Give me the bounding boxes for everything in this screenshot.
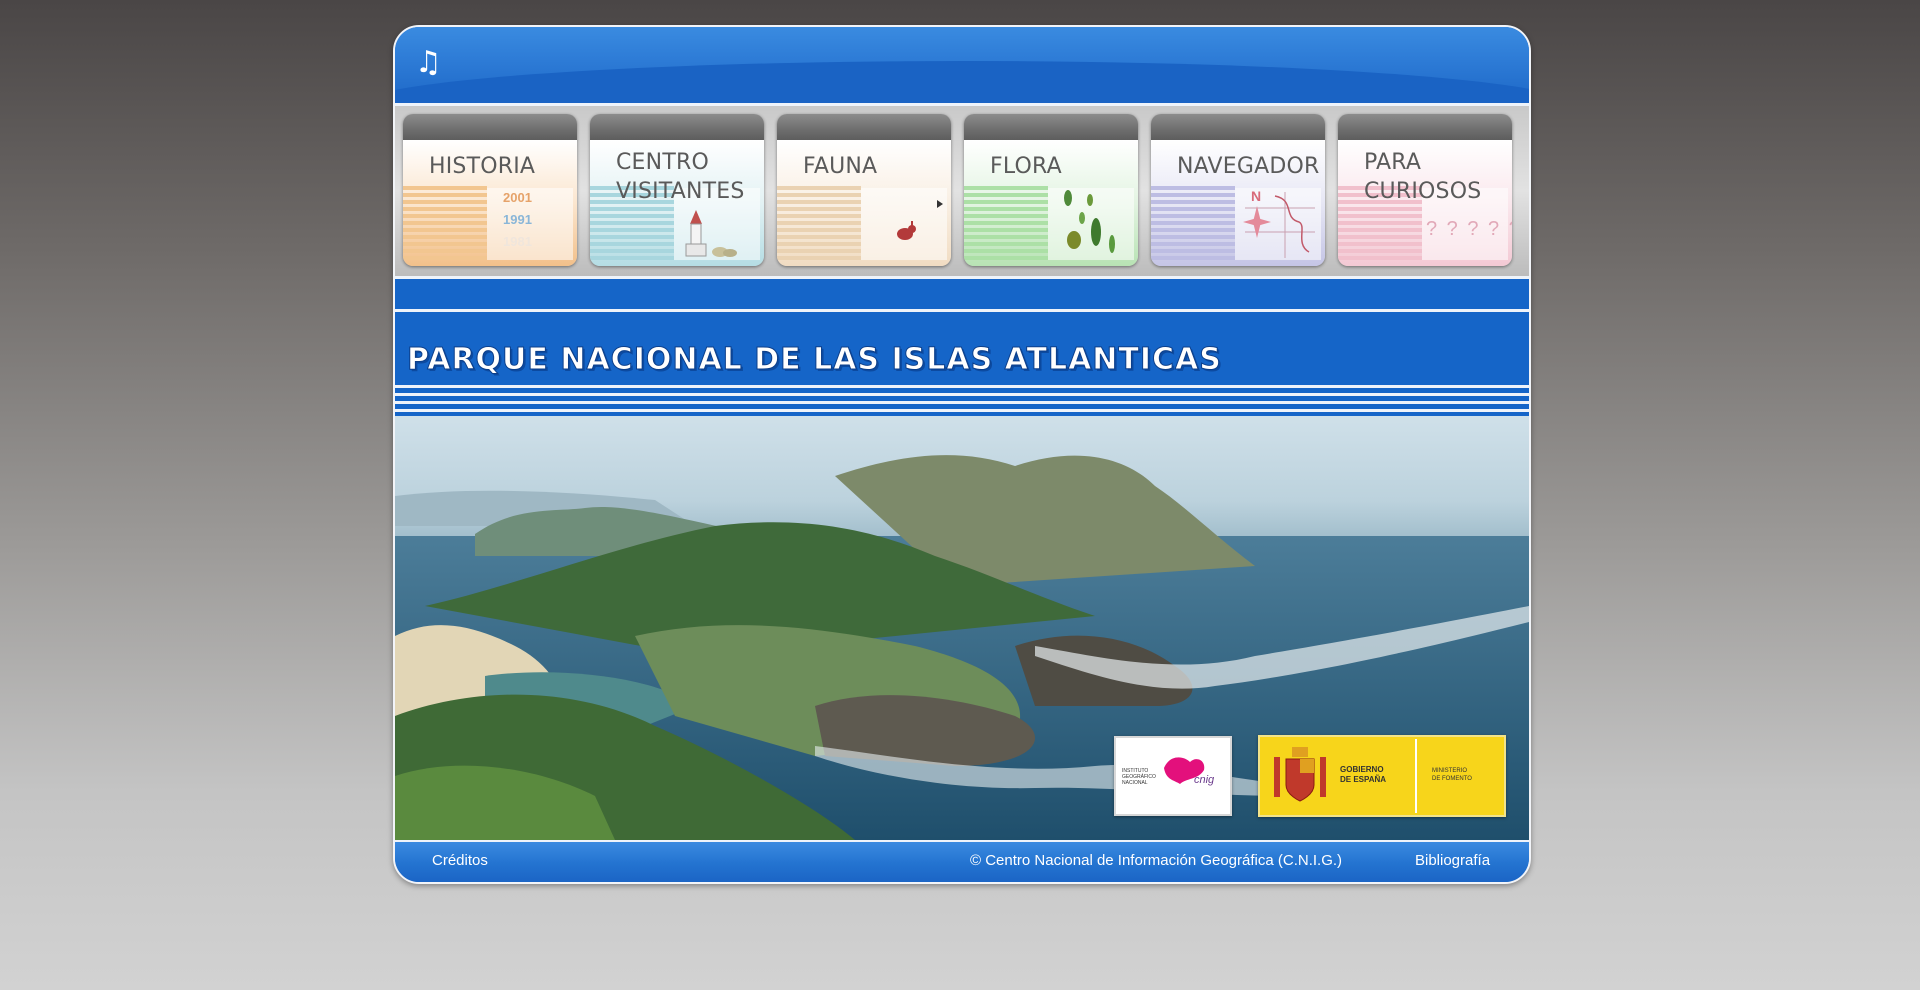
coat-of-arms-icon xyxy=(1274,747,1326,802)
timeline-years-image: 2001 1991 1981 xyxy=(487,188,573,260)
menu-tile-flora[interactable]: FLORA xyxy=(964,114,1138,266)
menu-label: HISTORIA xyxy=(429,154,536,179)
tile-cap xyxy=(1151,114,1325,140)
tile-cap xyxy=(964,114,1138,140)
question-marks: ? ? ? ? ? ? xyxy=(1426,218,1512,240)
year-label: 1981 xyxy=(503,234,532,249)
app-frame: ♫ 2001 1991 1981 HISTORIA CENTRO VISITAN… xyxy=(393,25,1531,884)
ign-logo: INSTITUTO GEOGRÁFICO NACIONAL cnig xyxy=(1114,736,1232,816)
tile-cap xyxy=(777,114,951,140)
ign-text: INSTITUTO GEOGRÁFICO NACIONAL xyxy=(1122,768,1156,786)
menu-label: NAVEGADOR xyxy=(1177,154,1320,179)
menu-tile-historia[interactable]: 2001 1991 1981 HISTORIA xyxy=(403,114,577,266)
year-label: 2001 xyxy=(503,190,532,205)
rabbit-icon xyxy=(861,188,947,260)
island-landscape-photo: INSTITUTO GEOGRÁFICO NACIONAL cnig GOBIE… xyxy=(395,416,1529,840)
cnig-text: cnig xyxy=(1194,774,1215,786)
menu-label: PARA CURIOSOS xyxy=(1364,150,1482,204)
divider xyxy=(1415,739,1417,813)
leaves-icon xyxy=(1048,188,1134,260)
main-menu: 2001 1991 1981 HISTORIA CENTRO VISITANTE… xyxy=(395,106,1529,276)
bibliography-link[interactable]: Bibliografía xyxy=(1415,852,1490,869)
tile-cap xyxy=(1338,114,1512,140)
year-label: 1991 xyxy=(503,212,532,227)
tile-stripes xyxy=(964,186,1048,260)
music-note-icon[interactable]: ♫ xyxy=(415,47,447,79)
top-bar-wave xyxy=(395,61,1529,103)
ministerio-text: MINISTERIO DE FOMENTO xyxy=(1432,768,1472,782)
copyright-text: © Centro Nacional de Información Geográf… xyxy=(970,852,1343,869)
blue-band xyxy=(395,279,1529,309)
tile-cap xyxy=(403,114,577,140)
tile-stripes xyxy=(1151,186,1235,260)
tile-stripes xyxy=(777,186,861,260)
top-bar: ♫ xyxy=(395,27,1529,103)
compass-map-icon: N xyxy=(1235,188,1321,260)
menu-label: FLORA xyxy=(990,154,1062,179)
menu-label: FAUNA xyxy=(803,154,878,179)
tile-cap xyxy=(590,114,764,140)
menu-label: CENTRO VISITANTES xyxy=(616,150,745,204)
page-title: PARQUE NACIONAL DE LAS ISLAS ATLANTICAS xyxy=(407,342,1222,378)
title-band: PARQUE NACIONAL DE LAS ISLAS ATLANTICAS xyxy=(395,312,1529,385)
menu-tile-fauna[interactable]: FAUNA xyxy=(777,114,951,266)
footer-bar: Créditos © Centro Nacional de Informació… xyxy=(395,840,1529,882)
menu-tile-para-curiosos[interactable]: ? ? ? ? ? ? PARA CURIOSOS xyxy=(1338,114,1512,266)
credits-link[interactable]: Créditos xyxy=(432,852,488,869)
gobierno-logo: GOBIERNO DE ESPAÑA MINISTERIO DE FOMENTO xyxy=(1258,735,1506,817)
gobierno-text: GOBIERNO DE ESPAÑA xyxy=(1340,765,1387,784)
tile-stripes xyxy=(403,186,487,260)
menu-tile-centro-visitantes[interactable]: CENTRO VISITANTES xyxy=(590,114,764,266)
menu-tile-navegador[interactable]: N NAVEGADOR xyxy=(1151,114,1325,266)
title-stripes xyxy=(395,385,1529,416)
north-label: N xyxy=(1251,188,1262,204)
